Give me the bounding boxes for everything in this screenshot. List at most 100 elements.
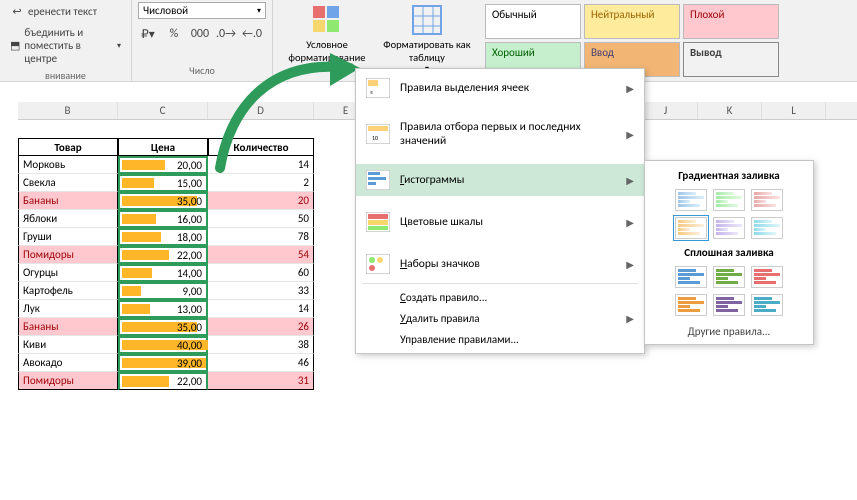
cf-manage-rules[interactable]: Управление правилами... — [356, 329, 644, 350]
style-normal[interactable]: Обычный — [485, 4, 581, 39]
currency-button[interactable]: ₽▾ — [138, 24, 158, 44]
cell-price[interactable]: 40,00 — [118, 336, 208, 354]
column-header-C[interactable]: C — [118, 102, 208, 119]
solid-fill-header: Сплошная заливка — [649, 242, 809, 263]
cf-databars-label: Гистограммы — [400, 173, 626, 187]
databar-swatch[interactable] — [713, 294, 745, 316]
cell-product[interactable]: Яблоки — [18, 210, 118, 228]
comma-button[interactable]: 000 — [190, 24, 210, 44]
cell-product[interactable]: Картофель — [18, 282, 118, 300]
header-price: Цена — [118, 138, 208, 156]
decrease-decimal-button[interactable]: ←.0 — [242, 24, 262, 44]
cell-price[interactable]: 39,00 — [118, 354, 208, 372]
cell-product[interactable]: Лук — [18, 300, 118, 318]
table-icon — [411, 4, 443, 36]
cf-color-scales[interactable]: Цветовые шкалы ▶ — [356, 206, 644, 238]
number-format-value: Числовой — [143, 4, 188, 17]
cell-price[interactable]: 16,00 — [118, 210, 208, 228]
databar-swatch[interactable] — [675, 266, 707, 288]
cell-price[interactable]: 20,00 — [118, 156, 208, 174]
cell-qty[interactable]: 26 — [208, 318, 314, 336]
conditional-formatting-icon — [311, 4, 343, 36]
column-header-D[interactable]: D — [208, 102, 314, 119]
number-format-combo[interactable]: Числовой ▾ — [138, 2, 266, 19]
databar-swatch[interactable] — [675, 217, 707, 239]
cell-product[interactable]: Груши — [18, 228, 118, 246]
cell-qty[interactable]: 33 — [208, 282, 314, 300]
topbottom-icon: 10 — [366, 124, 390, 144]
databar-swatch[interactable] — [713, 189, 745, 211]
cell-price[interactable]: 35,00 — [118, 192, 208, 210]
cell-price[interactable]: 13,00 — [118, 300, 208, 318]
chevron-down-icon: ▾ — [325, 64, 329, 74]
cell-product[interactable]: Свекла — [18, 174, 118, 192]
cell-product[interactable]: Огурцы — [18, 264, 118, 282]
more-rules-link[interactable]: Другие правила... — [649, 319, 809, 340]
data-bars-submenu: Градиентная заливка Сплошная заливка Дру… — [644, 160, 814, 345]
conditional-formatting-button[interactable]: Условное форматирование▾ — [277, 2, 377, 76]
cell-qty[interactable]: 46 — [208, 354, 314, 372]
databar-swatch[interactable] — [713, 217, 745, 239]
cf-highlight-label: Правила выделения ячеек — [400, 81, 626, 95]
svg-text:10: 10 — [372, 134, 378, 142]
wrap-text-button[interactable]: ↩ еренести текст — [6, 2, 125, 20]
chevron-down-icon: ▾ — [117, 41, 121, 51]
cf-clear-rules[interactable]: Удалить правила▶ — [356, 308, 644, 329]
cf-top-rules[interactable]: 10 Правила отбора первых и последних зна… — [356, 114, 644, 154]
databar-swatch[interactable] — [751, 217, 783, 239]
cell-price[interactable]: 9,00 — [118, 282, 208, 300]
cell-qty[interactable]: 78 — [208, 228, 314, 246]
percent-button[interactable]: % — [164, 24, 184, 44]
cell-qty[interactable]: 50 — [208, 210, 314, 228]
databar-swatch[interactable] — [751, 266, 783, 288]
cell-qty[interactable]: 31 — [208, 372, 314, 390]
cell-qty[interactable]: 20 — [208, 192, 314, 210]
cell-price[interactable]: 18,00 — [118, 228, 208, 246]
cf-new-rule[interactable]: Создать правило... — [356, 287, 644, 308]
databar-swatch[interactable] — [751, 294, 783, 316]
cf-label: Условное форматирование — [283, 38, 371, 64]
cell-price[interactable]: 15,00 — [118, 174, 208, 192]
databar-swatch[interactable] — [751, 189, 783, 211]
chevron-right-icon: ▶ — [626, 312, 634, 325]
cell-price[interactable]: 35,00 — [118, 318, 208, 336]
cell-qty[interactable]: 54 — [208, 246, 314, 264]
style-output[interactable]: Вывод — [683, 42, 779, 77]
merge-center-button[interactable]: ⬒ бъединить и поместить в центре ▾ — [6, 24, 125, 67]
column-header-K[interactable]: K — [698, 102, 762, 119]
increase-decimal-button[interactable]: .0→ — [216, 24, 236, 44]
cell-qty[interactable]: 38 — [208, 336, 314, 354]
style-bad[interactable]: Плохой — [683, 4, 779, 39]
cell-qty[interactable]: 14 — [208, 300, 314, 318]
cf-data-bars[interactable]: Гистограммы ▶ — [356, 164, 644, 196]
cell-qty[interactable]: 14 — [208, 156, 314, 174]
format-as-table-button[interactable]: Форматировать как таблицу▾ — [377, 2, 477, 76]
cell-product[interactable]: Бананы — [18, 192, 118, 210]
svg-text:≥: ≥ — [370, 88, 373, 96]
cf-highlight-rules[interactable]: ≥ Правила выделения ячеек ▶ — [356, 72, 644, 104]
number-group: Числовой ▾ ₽▾ % 000 .0→ ←.0 Число — [132, 0, 273, 81]
column-header-B[interactable]: B — [18, 102, 118, 119]
databar-swatch[interactable] — [675, 189, 707, 211]
cell-qty[interactable]: 60 — [208, 264, 314, 282]
merge-label: бъединить и поместить в центре — [24, 26, 109, 65]
cell-product[interactable]: Помидоры — [18, 372, 118, 390]
cell-price[interactable]: 22,00 — [118, 246, 208, 264]
cf-icon-sets[interactable]: Наборы значков ▶ — [356, 248, 644, 280]
cell-qty[interactable]: 2 — [208, 174, 314, 192]
cell-product[interactable]: Авокадо — [18, 354, 118, 372]
cell-price[interactable]: 14,00 — [118, 264, 208, 282]
cell-product[interactable]: Бананы — [18, 318, 118, 336]
style-neutral[interactable]: Нейтральный — [584, 4, 680, 39]
cell-product[interactable]: Морковь — [18, 156, 118, 174]
cell-product[interactable]: Помидоры — [18, 246, 118, 264]
column-header-L[interactable]: L — [762, 102, 826, 119]
number-buttons: ₽▾ % 000 .0→ ←.0 — [138, 24, 266, 44]
separator — [362, 283, 638, 284]
cell-price[interactable]: 22,00 — [118, 372, 208, 390]
alignment-group: ↩ еренести текст ⬒ бъединить и поместить… — [0, 0, 132, 81]
wrap-icon: ↩ — [10, 4, 24, 18]
cell-product[interactable]: Киви — [18, 336, 118, 354]
databar-swatch[interactable] — [675, 294, 707, 316]
databar-swatch[interactable] — [713, 266, 745, 288]
